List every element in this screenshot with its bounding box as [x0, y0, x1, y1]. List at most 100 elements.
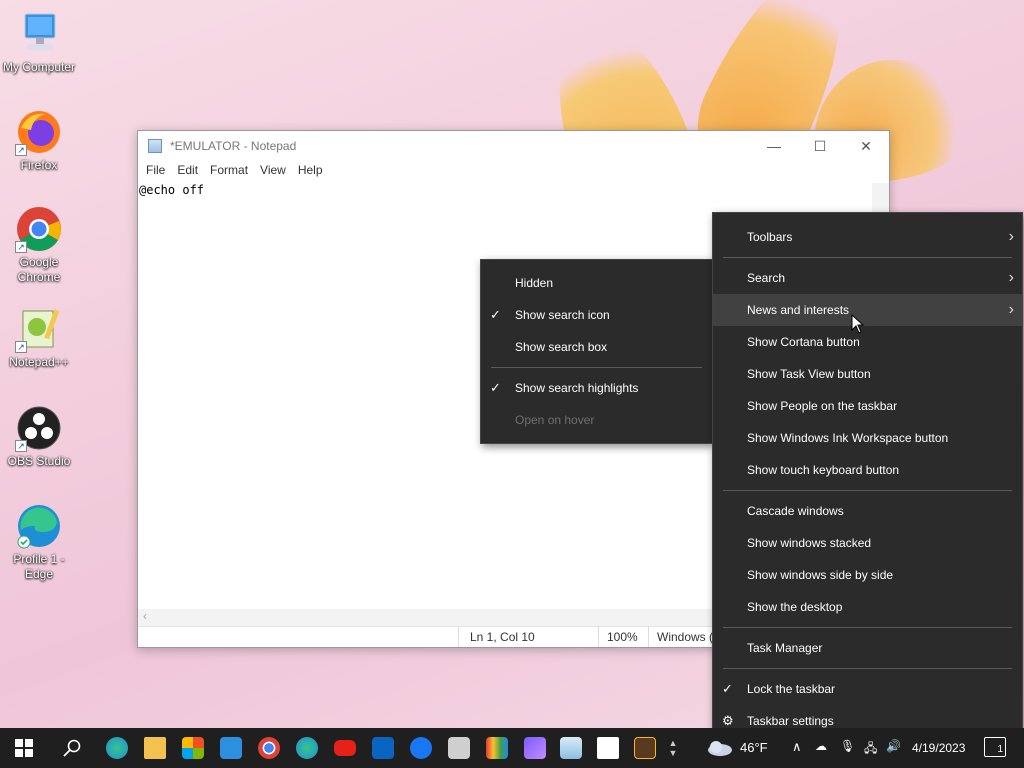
desktop-icon-firefox[interactable]: ↗ Firefox [0, 108, 78, 173]
menu-item-lock-taskbar[interactable]: ✓ Lock the taskbar [713, 673, 1022, 705]
taskbar-notepad[interactable] [555, 732, 587, 764]
taskbar-file-explorer[interactable] [139, 732, 171, 764]
shortcut-arrow-icon: ↗ [15, 341, 27, 353]
menu-item-show-touch-keyboard[interactable]: Show touch keyboard button [713, 454, 1022, 486]
desktop-icon-label: Firefox [20, 158, 58, 172]
notification-count: 1 [997, 744, 1003, 755]
taskbar-wikipedia[interactable] [592, 732, 624, 764]
shortcut-arrow-icon: ↗ [15, 144, 27, 156]
store-icon [182, 737, 204, 759]
desktop-icon-label: Profile 1 - Edge [13, 552, 65, 581]
menu-item-show-search-box[interactable]: Show search box [481, 331, 712, 363]
menu-divider [723, 627, 1012, 628]
taskbar-outlook[interactable] [367, 732, 399, 764]
desktop-icon-edge-profile[interactable]: Profile 1 - Edge [0, 502, 78, 582]
menu-item-windows-side-by-side[interactable]: Show windows side by side [713, 559, 1022, 591]
desktop-icon-label: Google Chrome [17, 255, 61, 284]
taskbar-date[interactable]: 4/19/2023 [912, 741, 965, 755]
menu-item-show-cortana-button[interactable]: Show Cortana button [713, 326, 1022, 358]
taskbar-mail[interactable] [215, 732, 247, 764]
shortcut-arrow-icon: ↗ [15, 440, 27, 452]
taskbar-scroll[interactable]: ▲ ▼ [664, 732, 682, 764]
chevron-up-icon[interactable]: ∧ [792, 739, 802, 755]
menu-item-show-ink-workspace[interactable]: Show Windows Ink Workspace button [713, 422, 1022, 454]
chevron-right-icon: › [1008, 269, 1014, 286]
menu-item-hidden[interactable]: Hidden [481, 267, 712, 299]
weather-icon[interactable] [703, 732, 737, 764]
wikipedia-icon [597, 737, 619, 759]
menu-format[interactable]: Format [204, 161, 254, 181]
edge-icon [15, 502, 63, 550]
app-icon [524, 737, 546, 759]
minimize-button[interactable]: — [751, 131, 797, 161]
menu-item-show-search-highlights[interactable]: ✓ Show search highlights [481, 372, 712, 404]
chevron-right-icon: › [1008, 228, 1014, 245]
menu-divider [723, 490, 1012, 491]
menu-divider [723, 668, 1012, 669]
close-button[interactable]: ✕ [843, 131, 889, 161]
menu-help[interactable]: Help [292, 161, 329, 181]
volume-icon[interactable]: 🔊 [886, 739, 901, 753]
taskbar-edge[interactable] [101, 732, 133, 764]
outlook-icon [372, 737, 394, 759]
mouse-cursor-icon [851, 314, 865, 334]
menu-divider [723, 257, 1012, 258]
taskbar-facebook[interactable] [405, 732, 437, 764]
menu-file[interactable]: File [140, 161, 171, 181]
desktop-icon-label: My Computer [2, 60, 76, 74]
menu-item-news-and-interests[interactable]: News and interests › [713, 294, 1022, 326]
microphone-icon[interactable]: 🎙 [840, 739, 855, 753]
weather-temperature[interactable]: 46°F [740, 740, 768, 755]
cursor-position: Ln 1, Col 10 [470, 630, 535, 644]
search-button[interactable] [56, 732, 88, 764]
windows-logo-icon [15, 739, 33, 757]
menu-view[interactable]: View [254, 161, 292, 181]
taskbar-ups[interactable] [629, 732, 661, 764]
chevron-right-icon: › [1008, 301, 1014, 318]
checkmark-icon: ✓ [490, 380, 501, 395]
ups-icon [634, 737, 656, 759]
desktop-icon-obs[interactable]: ↗ OBS Studio [0, 404, 78, 469]
menu-edit[interactable]: Edit [171, 161, 204, 181]
cloud-icon[interactable]: ☁ [815, 739, 827, 753]
network-icon[interactable]: 🖧 [864, 739, 877, 760]
menu-item-cascade-windows[interactable]: Cascade windows [713, 495, 1022, 527]
desktop-icon-notepadpp[interactable]: ↗ Notepad++ [0, 305, 78, 370]
notepad-title-bar[interactable]: *EMULATOR - Notepad — ☐ ✕ [138, 131, 889, 161]
amazon-icon [448, 737, 470, 759]
taskbar-amazon[interactable] [443, 732, 475, 764]
text-editor[interactable]: @echo off [138, 183, 204, 197]
chrome-icon [258, 737, 280, 759]
desktop-icon-my-computer[interactable]: My Computer [0, 10, 78, 75]
menu-divider [491, 367, 702, 368]
menu-item-show-people[interactable]: Show People on the taskbar [713, 390, 1022, 422]
shortcut-arrow-icon: ↗ [15, 241, 27, 253]
menu-item-open-on-hover: Open on hover [515, 413, 595, 427]
window-title: *EMULATOR - Notepad [170, 139, 297, 153]
desktop-icon-chrome[interactable]: ↗ Google Chrome [0, 205, 78, 285]
taskbar-chrome[interactable] [253, 732, 285, 764]
taskbar-app[interactable] [519, 732, 551, 764]
taskbar-youtube[interactable] [329, 732, 361, 764]
desktop-icon-label: OBS Studio [7, 454, 71, 468]
menu-item-show-search-icon[interactable]: ✓ Show search icon [481, 299, 712, 331]
menu-item-search[interactable]: Search › [713, 262, 1022, 294]
chrome-icon: ↗ [15, 205, 63, 253]
menu-item-windows-stacked[interactable]: Show windows stacked [713, 527, 1022, 559]
taskbar-shopping[interactable] [481, 732, 513, 764]
youtube-icon [334, 740, 356, 756]
maximize-button[interactable]: ☐ [797, 131, 843, 161]
taskbar-store[interactable] [177, 732, 209, 764]
menu-item-toolbars[interactable]: Toolbars › [713, 221, 1022, 253]
firefox-icon: ↗ [15, 108, 63, 156]
menu-item-task-manager[interactable]: Task Manager [713, 632, 1022, 664]
start-button[interactable] [8, 732, 40, 764]
notification-center-button[interactable]: 1 [984, 737, 1006, 757]
taskbar-edge-profile[interactable] [291, 732, 323, 764]
folder-icon [144, 737, 166, 759]
line-ending: Windows ( [657, 630, 714, 644]
menu-item-show-task-view-button[interactable]: Show Task View button [713, 358, 1022, 390]
desktop-icon-label: Notepad++ [9, 355, 69, 369]
facebook-icon [410, 737, 432, 759]
menu-item-show-desktop[interactable]: Show the desktop [713, 591, 1022, 623]
